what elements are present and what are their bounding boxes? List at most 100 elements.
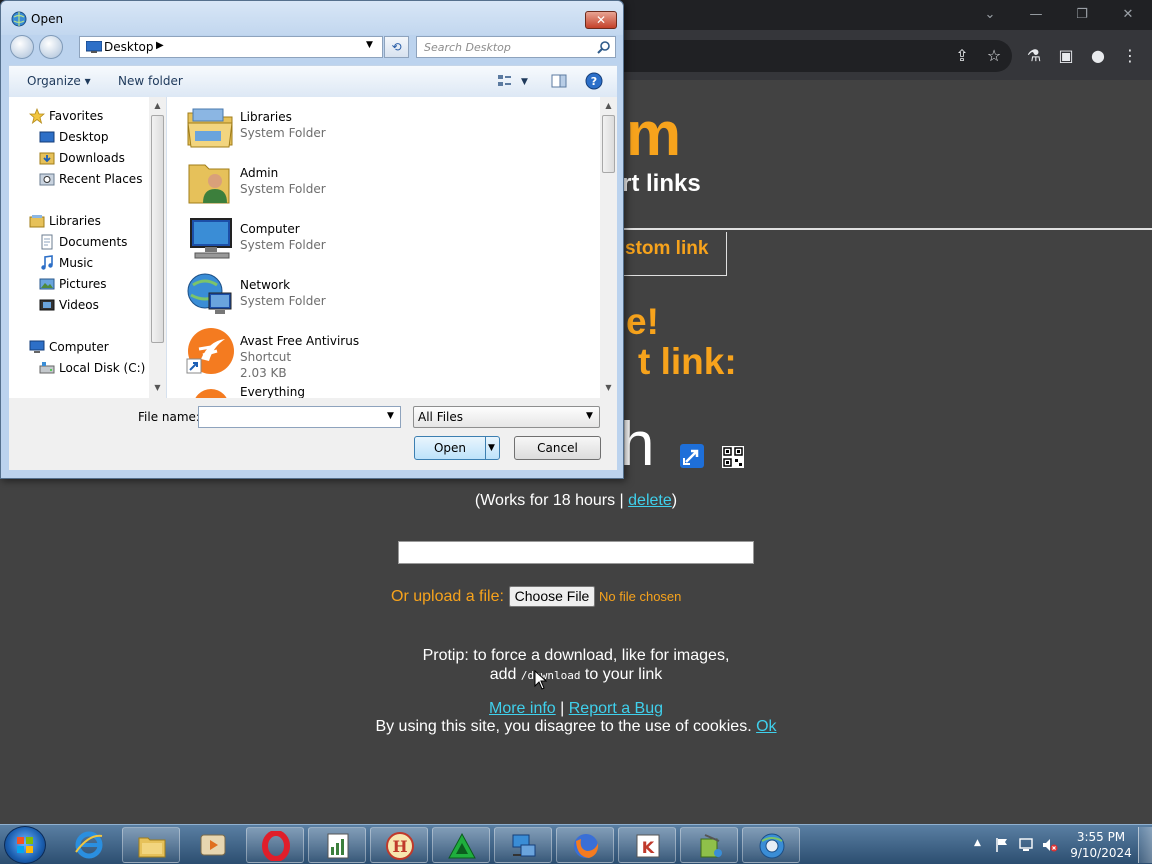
- qr-code-icon[interactable]: [722, 446, 744, 468]
- location-dropdown-icon[interactable]: ▼: [366, 40, 373, 50]
- taskbar-media-player[interactable]: [184, 827, 242, 863]
- file-item-computer[interactable]: Computer System Folder: [185, 209, 585, 265]
- cancel-button[interactable]: Cancel: [514, 436, 601, 460]
- protip-line-1: Protip: to force a download, like for im…: [422, 647, 730, 664]
- nav-favorites-label: Favorites: [49, 109, 104, 123]
- site-logo-text[interactable]: m: [626, 100, 681, 170]
- file-name: Everything: [240, 385, 305, 398]
- side-panel-icon[interactable]: ▣: [1054, 44, 1078, 68]
- file-item-everything[interactable]: Everything: [185, 377, 585, 398]
- result-headline: e! t link:: [626, 302, 737, 382]
- footer-links: More info | Report a Bug: [0, 700, 1152, 718]
- taskbar-network-tool[interactable]: [494, 827, 552, 863]
- nav-local-disk-label: Local Disk (C:): [59, 361, 146, 375]
- nav-pane-scroll-thumb[interactable]: [151, 115, 164, 343]
- taskbar-file-explorer[interactable]: [122, 827, 180, 863]
- breadcrumb-chevron-icon[interactable]: ▶: [156, 40, 164, 51]
- back-button[interactable]: [10, 35, 34, 59]
- dialog-titlebar[interactable]: Open ✕: [1, 1, 623, 35]
- scroll-down-icon[interactable]: ▼: [600, 381, 617, 395]
- dialog-footer: File name: ▼ All Files ▼ Open ▼ Cancel: [9, 398, 617, 470]
- file-item-network[interactable]: Network System Folder: [185, 265, 585, 321]
- file-type: Shortcut: [240, 350, 292, 364]
- protip-tail: to your link: [580, 666, 663, 683]
- scroll-up-icon[interactable]: ▲: [600, 99, 617, 113]
- more-info-link[interactable]: More info: [489, 700, 556, 717]
- show-hidden-icons-icon[interactable]: ▲: [974, 838, 981, 848]
- refresh-button[interactable]: ⟲: [384, 36, 409, 58]
- close-window-icon[interactable]: ✕: [1106, 4, 1150, 26]
- address-bar[interactable]: [560, 40, 1012, 72]
- file-name: Network: [240, 278, 291, 292]
- taskbar-opera[interactable]: [246, 827, 304, 863]
- short-url-text[interactable]: h: [620, 410, 654, 480]
- nav-pane-scrollbar[interactable]: ▲ ▼: [149, 97, 166, 398]
- file-type-filter[interactable]: All Files ▼: [413, 406, 600, 428]
- view-options-icon[interactable]: [496, 72, 514, 90]
- search-icon[interactable]: [597, 40, 611, 54]
- svg-text:?: ?: [591, 75, 597, 88]
- filter-dropdown-icon[interactable]: ▼: [586, 411, 593, 421]
- upload-label: Or upload a file:: [391, 588, 504, 605]
- organize-menu[interactable]: Organize ▾: [27, 74, 91, 88]
- link-textarea[interactable]: [398, 541, 754, 564]
- new-folder-button[interactable]: New folder: [118, 74, 183, 88]
- open-button[interactable]: Open ▼: [414, 436, 500, 460]
- share-icon[interactable]: ⇪: [950, 44, 974, 68]
- protip-line-2: add /download to your link: [0, 665, 1152, 685]
- view-dropdown-icon[interactable]: ▼: [521, 77, 528, 87]
- scroll-up-icon[interactable]: ▲: [149, 99, 166, 113]
- location-bar[interactable]: Desktop ▶ ▼: [79, 36, 383, 58]
- menu-kebab-icon[interactable]: ⋮: [1118, 44, 1142, 68]
- taskbar-globe-app[interactable]: [742, 827, 800, 863]
- nav-documents-label: Documents: [59, 235, 128, 249]
- help-icon[interactable]: ?: [585, 72, 603, 90]
- desktop-icon: [39, 131, 55, 143]
- delete-link[interactable]: delete: [628, 492, 672, 509]
- labs-flask-icon[interactable]: ⚗: [1022, 44, 1046, 68]
- taskbar-hathitrust[interactable]: H: [370, 827, 428, 863]
- file-name-input[interactable]: ▼: [198, 406, 401, 428]
- taskbar-kaspersky[interactable]: K: [618, 827, 676, 863]
- file-type: System Folder: [240, 126, 326, 140]
- volume-muted-icon[interactable]: [1042, 837, 1058, 853]
- cookie-ok-link[interactable]: Ok: [756, 718, 776, 735]
- expiry-close: ): [671, 492, 678, 509]
- forward-button[interactable]: [39, 35, 63, 59]
- system-clock[interactable]: 3:55 PM 9/10/2024: [1066, 829, 1136, 861]
- taskbar-internet-explorer[interactable]: [60, 827, 118, 863]
- dialog-close-button[interactable]: ✕: [585, 11, 617, 29]
- scroll-down-icon[interactable]: ▼: [149, 381, 166, 395]
- search-input[interactable]: Search Desktop: [416, 36, 616, 58]
- bookmark-star-icon[interactable]: ☆: [982, 44, 1006, 68]
- mouse-cursor-icon: [534, 670, 548, 690]
- open-link-icon[interactable]: [680, 444, 704, 468]
- file-list-scrollbar[interactable]: ▲ ▼: [600, 97, 617, 398]
- show-desktop-button[interactable]: [1138, 827, 1152, 863]
- network-tray-icon[interactable]: [1018, 837, 1034, 853]
- file-list-scroll-thumb[interactable]: [602, 115, 615, 173]
- file-name-dropdown-icon[interactable]: ▼: [387, 411, 394, 421]
- protip-add: add: [489, 666, 521, 683]
- profile-icon[interactable]: ●: [1086, 44, 1110, 68]
- start-button[interactable]: [4, 826, 46, 864]
- file-item-libraries[interactable]: Libraries System Folder: [185, 97, 585, 153]
- minimize-icon[interactable]: —: [1014, 4, 1058, 26]
- choose-file-button[interactable]: Choose File: [509, 586, 595, 607]
- desktop-icon: [86, 41, 102, 53]
- computer-icon: [29, 340, 45, 353]
- tab-search-icon[interactable]: ⌄: [968, 4, 1012, 26]
- file-item-avast[interactable]: Avast Free Antivirus Shortcut 2.03 KB: [185, 321, 585, 380]
- downloads-folder-icon: [39, 152, 55, 165]
- restore-icon[interactable]: ❐: [1060, 4, 1104, 26]
- file-item-admin[interactable]: Admin System Folder: [185, 153, 585, 209]
- open-dropdown-icon[interactable]: ▼: [488, 437, 495, 459]
- svg-text:H: H: [392, 837, 407, 856]
- taskbar-notepad-chart[interactable]: [308, 827, 366, 863]
- taskbar-paint-tool[interactable]: [680, 827, 738, 863]
- taskbar-firefox[interactable]: [556, 827, 614, 863]
- action-center-flag-icon[interactable]: [994, 837, 1010, 853]
- report-bug-link[interactable]: Report a Bug: [569, 700, 663, 717]
- preview-pane-icon[interactable]: [550, 72, 568, 90]
- taskbar-triangle-app[interactable]: [432, 827, 490, 863]
